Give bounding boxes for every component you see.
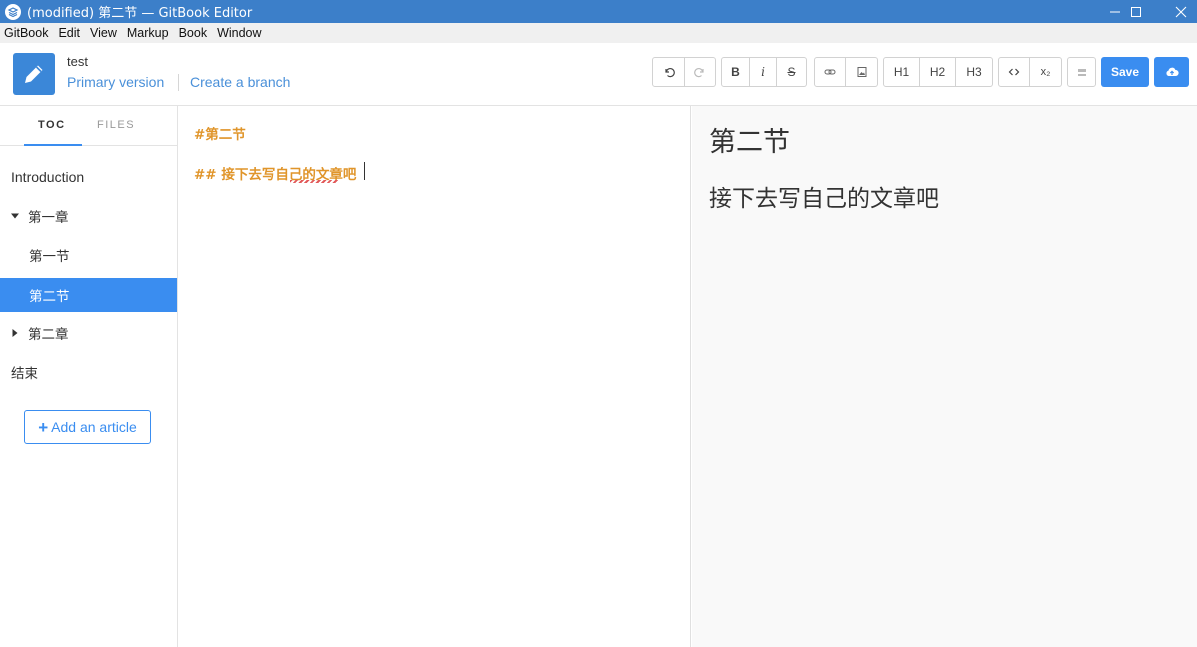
active-tab-indicator — [24, 144, 82, 146]
toc-item-introduction[interactable]: Introduction — [0, 160, 177, 194]
tab-files[interactable]: FILES — [97, 119, 135, 131]
add-article-button[interactable]: + Add an article — [24, 410, 151, 444]
book-title: test — [67, 54, 88, 69]
close-button[interactable] — [1161, 0, 1197, 23]
undo-icon — [664, 68, 675, 78]
quote-icon — [1077, 69, 1086, 76]
toc-item-label: 第一章 — [28, 210, 69, 226]
pencil-icon — [25, 65, 43, 83]
code-button[interactable] — [998, 57, 1030, 87]
bold-button[interactable]: B — [721, 57, 750, 87]
heading2-button[interactable]: H2 — [920, 57, 956, 87]
spellcheck-underline — [290, 180, 338, 183]
caret-down-icon[interactable] — [11, 212, 19, 220]
menu-window[interactable]: Window — [213, 26, 267, 40]
save-button[interactable]: Save — [1101, 57, 1149, 87]
link-icon — [824, 69, 836, 75]
publish-button[interactable] — [1154, 57, 1189, 87]
maximize-button[interactable] — [1116, 0, 1156, 23]
undo-button[interactable] — [652, 57, 685, 87]
preview-pane: 第二节 接下去写自己的文章吧 — [692, 106, 1197, 647]
maximize-icon — [1131, 6, 1141, 17]
title-bar: (modified) 第二节 — GitBook Editor — [0, 0, 1197, 23]
preview-heading-2: 接下去写自己的文章吧 — [709, 186, 939, 212]
toc-item-label: 第二节 — [29, 289, 70, 305]
code-icon — [1008, 68, 1020, 76]
editor-header: test Primary version Create a branch B i… — [0, 43, 1197, 106]
heading1-button[interactable]: H1 — [883, 57, 920, 87]
menu-view[interactable]: View — [86, 26, 123, 40]
strikethrough-button[interactable]: S — [777, 57, 807, 87]
header-divider — [178, 74, 179, 91]
menu-edit[interactable]: Edit — [54, 26, 86, 40]
toc-item-section1[interactable]: 第一节 — [0, 238, 177, 272]
image-button[interactable] — [846, 57, 878, 87]
italic-button[interactable]: i — [750, 57, 777, 87]
create-branch-link[interactable]: Create a branch — [190, 74, 290, 90]
menu-markup[interactable]: Markup — [123, 26, 175, 40]
sidebar-tabs: TOC FILES — [0, 106, 177, 146]
menu-bar: GitBook Edit View Markup Book Window — [0, 23, 1197, 43]
toc-item-ending[interactable]: 结束 — [0, 355, 177, 389]
editor-line-1[interactable]: #第二节 — [194, 123, 246, 143]
redo-button[interactable] — [685, 57, 716, 87]
version-link[interactable]: Primary version — [67, 74, 164, 90]
plus-icon: + — [38, 417, 49, 437]
gitbook-app-icon — [5, 3, 21, 20]
toc-item-label: 第二章 — [28, 327, 69, 343]
blockquote-button[interactable] — [1067, 57, 1096, 87]
book-avatar — [13, 53, 55, 95]
redo-icon — [694, 68, 704, 78]
window-title: (modified) 第二节 — GitBook Editor — [27, 6, 253, 21]
menu-gitbook[interactable]: GitBook — [0, 26, 54, 40]
sidebar: TOC FILES Introduction 第一章 第一节 第二节 第二章 结… — [0, 106, 178, 647]
caret-right-icon[interactable] — [11, 329, 19, 337]
toc-item-section2[interactable]: 第二节 — [0, 278, 177, 312]
heading3-button[interactable]: H3 — [956, 57, 993, 87]
tab-toc[interactable]: TOC — [38, 119, 66, 131]
image-icon — [857, 67, 866, 77]
markdown-editor[interactable]: #第二节 ## 接下去写自己的文章吧 — [178, 106, 691, 647]
text-cursor — [364, 162, 365, 180]
add-article-label: Add an article — [51, 419, 137, 435]
cloud-upload-icon — [1165, 67, 1179, 76]
toc-item-label: Introduction — [11, 169, 85, 185]
preview-heading-1: 第二节 — [709, 127, 790, 158]
subscript-button[interactable]: x₂ — [1030, 57, 1062, 87]
toc-item-chapter2[interactable]: 第二章 — [0, 316, 177, 350]
toc-item-chapter1[interactable]: 第一章 — [0, 199, 177, 233]
link-button[interactable] — [814, 57, 846, 87]
toc-item-label: 第一节 — [29, 249, 70, 265]
menu-book[interactable]: Book — [175, 26, 214, 40]
close-icon — [1175, 6, 1187, 17]
toc-item-label: 结束 — [11, 366, 38, 382]
